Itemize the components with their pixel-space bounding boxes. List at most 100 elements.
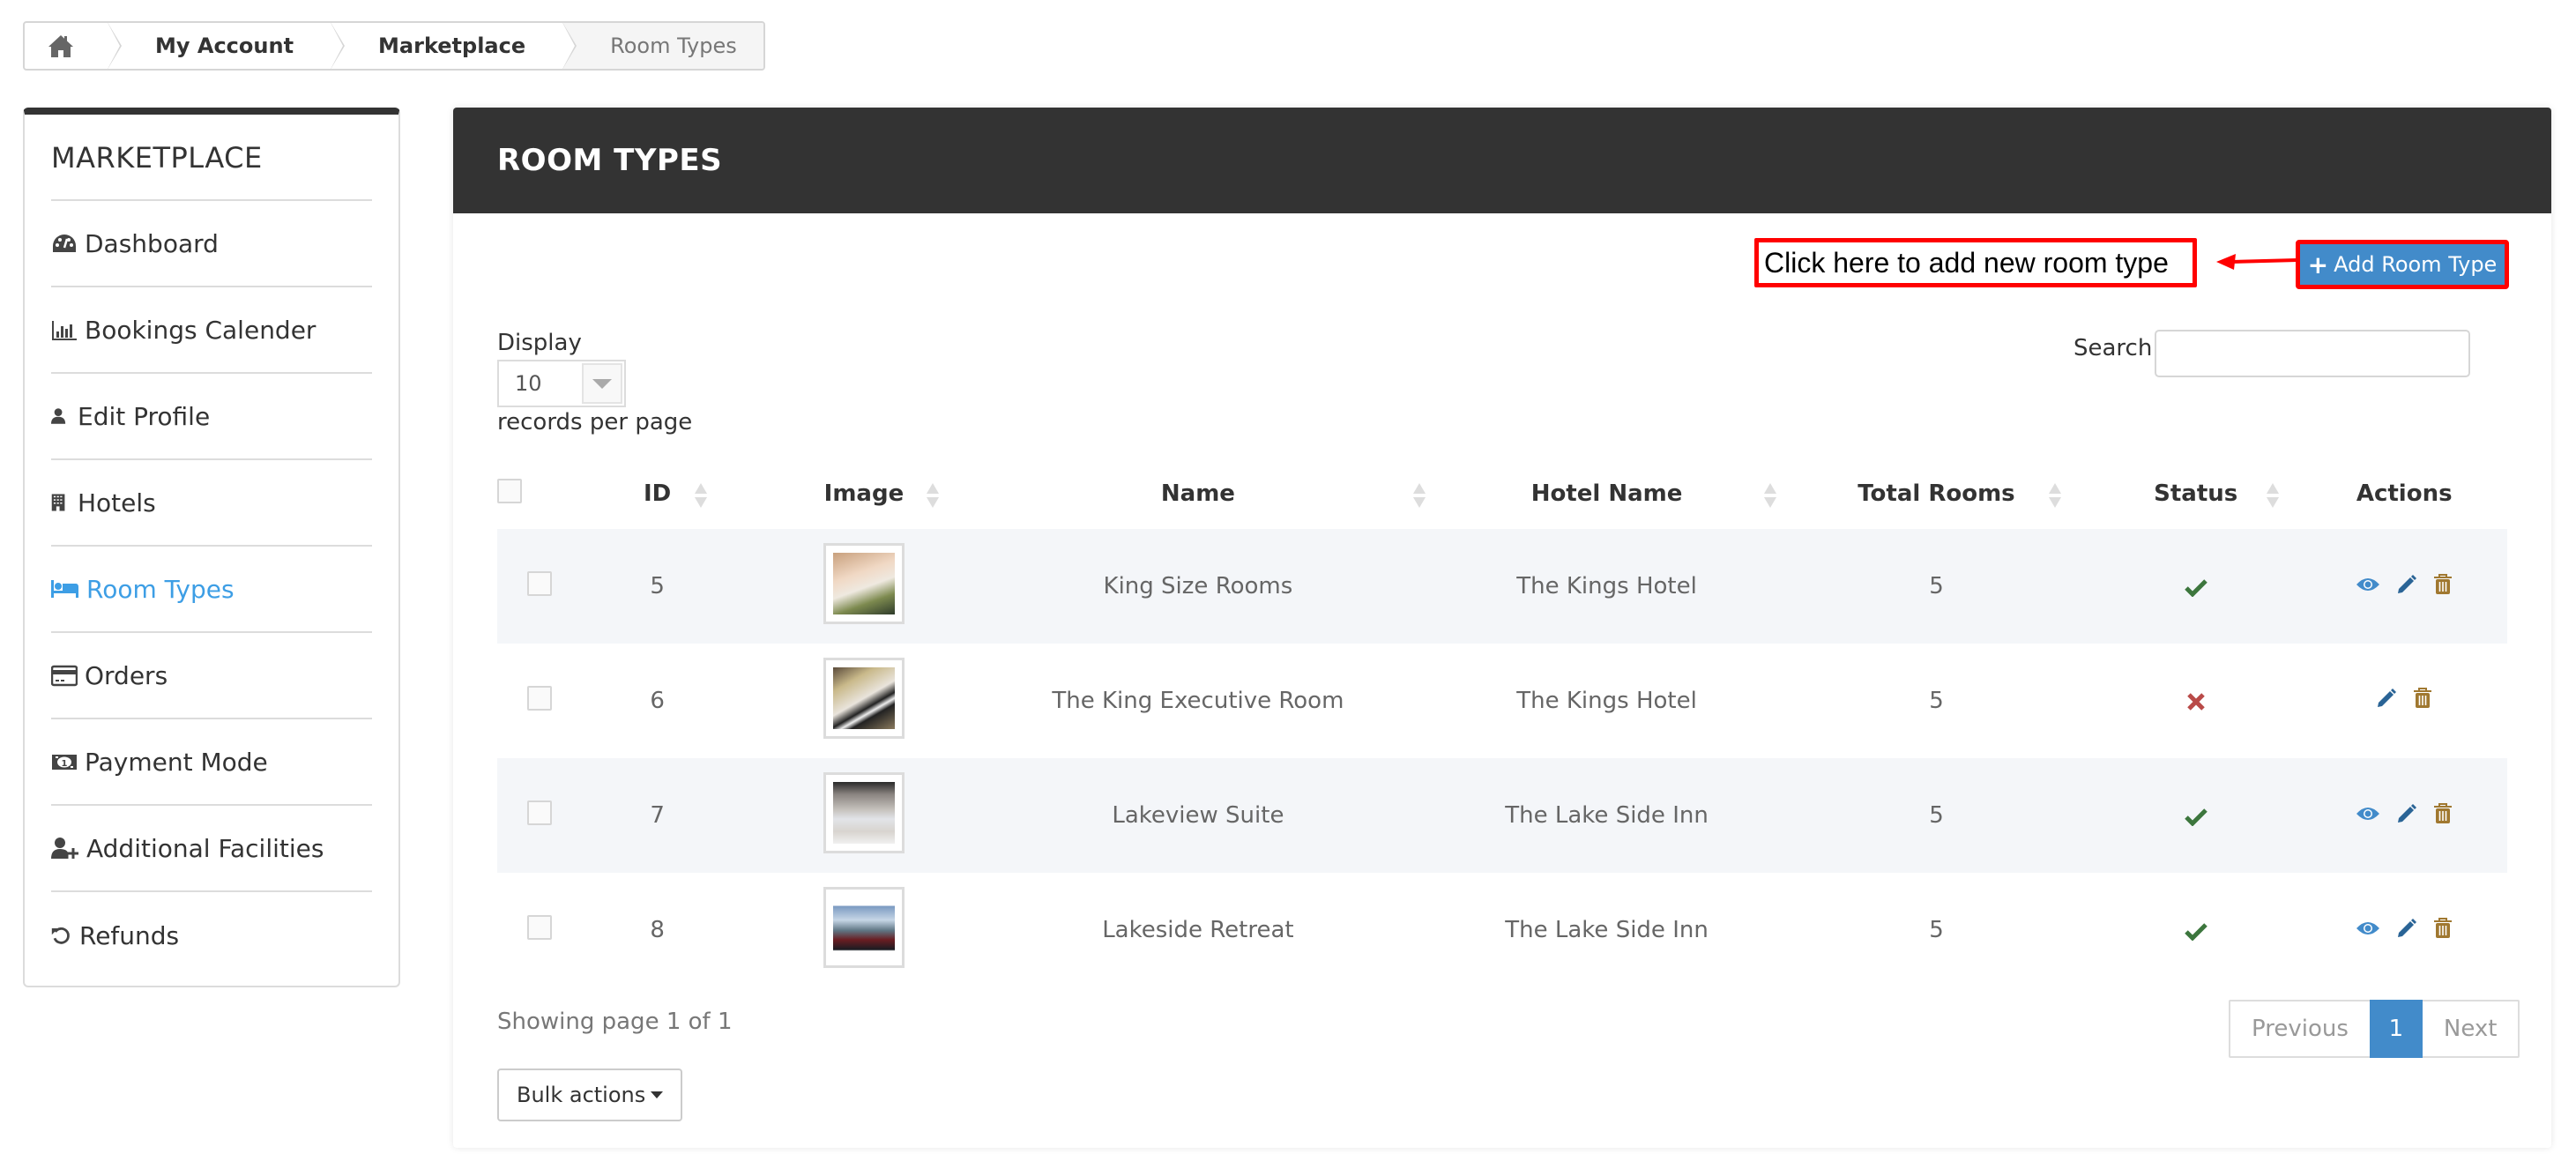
check-icon	[2184, 808, 2207, 826]
room-types-table: ID Image Name Hotel Name Total Rooms Sta…	[497, 458, 2507, 987]
bed-icon	[51, 580, 78, 598]
cell-name: Lakeview Suite	[964, 758, 1432, 873]
sort-icon[interactable]	[1764, 483, 1777, 510]
pencil-icon[interactable]	[2376, 688, 2397, 709]
sidebar-item-hotels[interactable]: Hotels	[51, 460, 372, 547]
pagination-next[interactable]: Next	[2423, 1001, 2519, 1056]
trash-icon[interactable]	[2413, 687, 2432, 709]
column-image[interactable]: Image	[763, 458, 964, 529]
page-title: ROOM TYPES	[497, 143, 723, 178]
row-select-cell	[497, 758, 552, 873]
user-icon	[51, 408, 66, 424]
search-input[interactable]	[2155, 330, 2470, 377]
breadcrumb-my-account[interactable]: My Account	[106, 23, 346, 69]
cell-id: 7	[552, 758, 763, 873]
pagination: Previous 1 Next	[2229, 1000, 2520, 1058]
room-thumbnail[interactable]	[823, 657, 905, 739]
sidebar-item-payment-mode[interactable]: 1 Payment Mode	[51, 719, 372, 806]
annotation-callout: Click here to add new room type	[1754, 238, 2197, 287]
room-thumbnail[interactable]	[823, 886, 905, 968]
row-select-cell	[497, 644, 552, 758]
cell-status	[2089, 529, 2302, 644]
panel-header: ROOM TYPES	[453, 108, 2551, 213]
pagination-page-1[interactable]: 1	[2369, 1000, 2423, 1058]
column-actions: Actions	[2356, 480, 2453, 507]
cell-image	[763, 529, 965, 644]
room-thumbnail[interactable]	[823, 542, 905, 624]
cell-status	[2090, 644, 2301, 758]
sidebar-item-orders[interactable]: Orders	[51, 633, 372, 719]
select-all-cell	[497, 458, 552, 529]
row-checkbox[interactable]	[527, 570, 552, 596]
cell-image	[763, 758, 965, 873]
column-name[interactable]: Name	[965, 458, 1431, 529]
row-select-cell	[497, 873, 552, 987]
sidebar-item-label: Payment Mode	[85, 747, 268, 777]
cell-name: King Size Rooms	[964, 529, 1432, 644]
cell-actions	[2301, 873, 2507, 987]
cell-actions	[2301, 758, 2507, 873]
sidebar-item-label: Orders	[85, 660, 168, 690]
breadcrumb-home[interactable]	[25, 23, 122, 69]
column-id[interactable]: ID	[552, 458, 763, 529]
table-row: 8 Lakeside Retreat The Lake Side Inn 5	[497, 873, 2507, 987]
trash-icon[interactable]	[2433, 918, 2453, 939]
user-plus-icon	[51, 838, 78, 859]
sort-icon[interactable]	[2266, 483, 2279, 510]
column-status[interactable]: Status	[2090, 458, 2301, 529]
sort-icon[interactable]	[2048, 483, 2061, 510]
sidebar-item-bookings-calender[interactable]: Bookings Calender	[51, 287, 372, 374]
cell-id: 8	[650, 917, 665, 943]
table-row: 7 Lakeview Suite The Lake Side Inn 5	[497, 758, 2507, 873]
sort-icon[interactable]	[1412, 483, 1426, 510]
sidebar-item-dashboard[interactable]: Dashboard	[51, 201, 372, 287]
row-checkbox[interactable]	[527, 800, 552, 825]
pencil-icon[interactable]	[2396, 918, 2417, 939]
sidebar-item-refunds[interactable]: Refunds	[51, 892, 372, 979]
sidebar-item-label: Bookings Calender	[85, 315, 316, 345]
chevron-down-icon	[582, 363, 622, 404]
eye-icon[interactable]	[2356, 576, 2380, 593]
cell-name: Lakeside Retreat	[1102, 917, 1294, 943]
breadcrumb-room-types: Room Types	[561, 23, 763, 69]
cell-total-rooms: 5	[1929, 688, 1944, 714]
add-room-type-label: Add Room Type	[2334, 252, 2498, 277]
home-icon	[48, 35, 73, 57]
sidebar-item-label: Hotels	[78, 488, 156, 517]
annotation-arrow-icon	[2216, 254, 2297, 270]
column-hotel-name[interactable]: Hotel Name	[1431, 458, 1783, 529]
cell-actions	[2301, 644, 2507, 758]
trash-icon[interactable]	[2433, 574, 2453, 595]
sort-icon[interactable]	[927, 483, 940, 510]
add-room-type-button[interactable]: + Add Room Type	[2296, 240, 2509, 289]
display-label: Display	[497, 330, 582, 356]
row-checkbox[interactable]	[527, 685, 552, 711]
eye-icon[interactable]	[2356, 805, 2380, 823]
sidebar-item-label: Room Types	[86, 574, 235, 604]
svg-text:1: 1	[62, 759, 68, 769]
check-icon	[2184, 922, 2207, 941]
select-all-checkbox[interactable]	[497, 478, 522, 503]
pagination-previous[interactable]: Previous	[2230, 1001, 2370, 1056]
caret-down-icon	[651, 1091, 664, 1098]
row-checkbox[interactable]	[527, 914, 552, 940]
room-thumbnail[interactable]	[823, 771, 905, 853]
pencil-icon[interactable]	[2396, 574, 2417, 595]
bulk-actions-dropdown[interactable]: Bulk actions	[497, 1068, 683, 1121]
records-per-page-select[interactable]: 10	[497, 360, 626, 407]
sidebar-item-additional-facilities[interactable]: Additional Facilities	[51, 806, 372, 892]
cell-total-rooms: 5	[1782, 529, 2090, 644]
sidebar-title: MARKETPLACE	[51, 115, 372, 201]
cell-status	[2089, 758, 2302, 873]
trash-icon[interactable]	[2433, 803, 2453, 824]
column-total-rooms[interactable]: Total Rooms	[1783, 458, 2090, 529]
cell-id: 5	[552, 529, 763, 644]
sort-icon[interactable]	[695, 483, 707, 510]
breadcrumb-marketplace[interactable]: Marketplace	[329, 23, 577, 69]
sidebar-item-edit-profile[interactable]: Edit Profile	[51, 374, 372, 460]
eye-icon[interactable]	[2356, 920, 2380, 937]
sidebar-item-room-types[interactable]: Room Types	[51, 547, 372, 633]
pencil-icon[interactable]	[2396, 803, 2417, 824]
cell-status	[2090, 873, 2301, 987]
records-per-page-value: 10	[515, 371, 542, 396]
